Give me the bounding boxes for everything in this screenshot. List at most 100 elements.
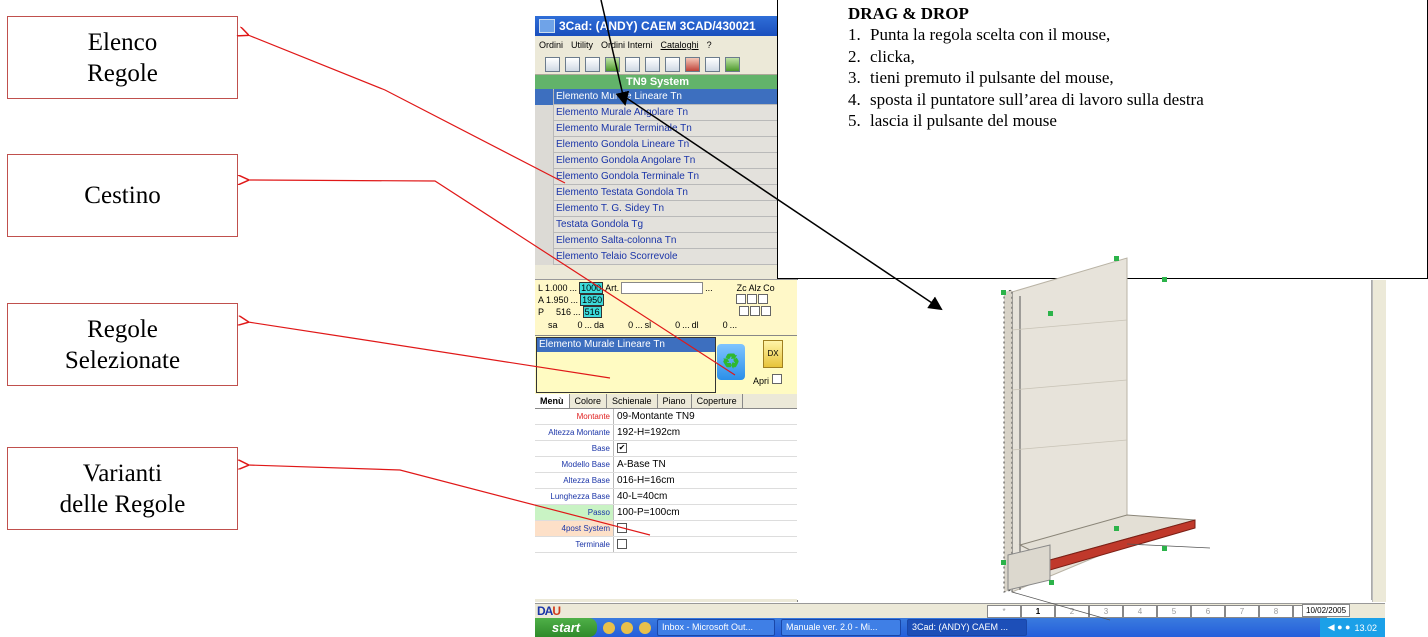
property-row[interactable]: Altezza Montante 192-H=192cm [535,425,797,441]
property-row[interactable]: Terminale [535,537,797,553]
property-value[interactable] [614,521,627,536]
open-folder-icon[interactable] [565,56,580,72]
rule-list-item[interactable]: Elemento Telaio Scorrevole [535,248,780,265]
selected-rule-item[interactable]: Elemento Murale Lineare Tn [537,338,715,352]
dim-a-box[interactable]: 1950 [580,294,605,306]
exit-icon[interactable] [725,56,740,72]
dl-dots[interactable]: ... [730,320,738,330]
property-row[interactable]: Modello Base A-Base TN [535,457,797,473]
p-alz-checkbox[interactable] [749,306,760,316]
tray-icons[interactable]: ◀ ● ● [1328,622,1351,633]
unchecked-checkbox-icon[interactable] [617,539,627,550]
p-zc-checkbox[interactable] [738,306,749,316]
page-tab[interactable]: 2 [1055,605,1089,618]
grid-icon[interactable] [665,56,680,72]
rule-list-item[interactable]: Elemento Gondola Lineare Tn [535,136,780,153]
property-value[interactable]: A-Base TN [614,457,666,472]
property-row[interactable]: Base ✔ [535,441,797,457]
menu-ordini[interactable]: Ordini [539,40,563,50]
page-tab-star[interactable]: * [987,605,1021,618]
window-icon[interactable] [705,56,720,72]
rule-list-item[interactable]: Elemento T. G. Sidey Tn [535,200,780,217]
page-tab[interactable]: 6 [1191,605,1225,618]
co-checkbox[interactable] [758,294,769,304]
dim-p-box[interactable]: 516 [582,306,602,318]
tab-piano[interactable]: Piano [658,394,692,408]
page-tab[interactable]: 1 [1021,605,1055,618]
dim-a-value[interactable]: 1.950 [546,295,569,305]
rule-list-item[interactable]: Elemento Murale Lineare Tn [535,88,780,105]
da-value[interactable]: 0 [628,320,633,330]
sl-dots[interactable]: ... [682,320,690,330]
selected-rules-list[interactable]: Elemento Murale Lineare Tn [536,337,716,393]
dim-a-dots[interactable]: ... [571,295,579,305]
print-icon[interactable] [625,56,640,72]
checked-checkbox-icon[interactable]: ✔ [617,443,627,454]
print-preview-icon[interactable] [645,56,660,72]
page-tab[interactable]: 8 [1259,605,1293,618]
property-value[interactable]: 09-Montante TN9 [614,409,695,424]
p-co-checkbox[interactable] [760,306,771,316]
new-file-icon[interactable] [545,56,560,72]
alz-checkbox[interactable] [747,294,758,304]
property-value[interactable]: 016-H=16cm [614,473,675,488]
rule-list-item[interactable]: Elemento Testata Gondola Tn [535,184,780,201]
tab-coperture[interactable]: Coperture [692,394,743,408]
property-value[interactable]: 192-H=192cm [614,425,680,440]
property-row[interactable]: Altezza Base 016-H=16cm [535,473,797,489]
zc-checkbox[interactable] [736,294,747,304]
property-row[interactable]: 4post System [535,521,797,537]
dx-button[interactable]: DX [763,340,783,368]
art-field[interactable] [621,282,704,294]
dim-l-value[interactable]: 1.000 [545,283,568,293]
rule-list-item[interactable]: Elemento Salta-colonna Tn [535,232,780,249]
menu-help[interactable]: ? [707,40,712,50]
tab-colore[interactable]: Colore [570,394,608,408]
save-icon[interactable] [585,56,600,72]
import-icon[interactable] [605,56,620,72]
desktop-quick-icon[interactable] [639,621,651,634]
property-value[interactable]: 100-P=100cm [614,505,680,520]
dl-value[interactable]: 0 [723,320,728,330]
page-tab[interactable]: 5 [1157,605,1191,618]
taskbar-manuale[interactable]: Manuale ver. 2.0 - Mi... [781,619,901,636]
ie-icon[interactable] [603,621,615,634]
tab-menu[interactable]: Menù [535,394,570,408]
dim-l-dots[interactable]: ... [570,283,578,293]
dim-l-box[interactable]: 1000 [579,282,604,294]
property-value[interactable] [614,537,627,552]
property-value[interactable]: ✔ [614,441,627,456]
dim-p-value[interactable]: 516 [556,307,571,317]
rule-list-item[interactable]: Elemento Murale Terminale Tn [535,120,780,137]
property-row[interactable]: Montante 09-Montante TN9 [535,409,797,425]
sl-value[interactable]: 0 [675,320,680,330]
art-dots[interactable]: ... [705,283,713,293]
page-tab[interactable]: 7 [1225,605,1259,618]
title-bar[interactable]: 3Cad: (ANDY) CAEM 3CAD/430021 [535,16,797,36]
page-tab[interactable]: 4 [1123,605,1157,618]
menu-cataloghi[interactable]: Cataloghi [661,40,699,50]
rule-list-item[interactable]: Elemento Gondola Angolare Tn [535,152,780,169]
apri-checkbox[interactable] [771,374,782,384]
export-icon[interactable] [685,56,700,72]
property-row[interactable]: Passo 100-P=100cm [535,505,797,521]
da-dots[interactable]: ... [635,320,643,330]
unchecked-checkbox-icon[interactable] [617,523,627,534]
start-button[interactable]: start [535,618,597,637]
dim-p-dots[interactable]: ... [573,307,581,317]
outlook-quick-icon[interactable] [621,621,633,634]
sa-dots[interactable]: ... [585,320,593,330]
rule-list-item[interactable]: Elemento Murale Angolare Tn [535,104,780,121]
tab-schienale[interactable]: Schienale [607,394,658,408]
rule-list-item[interactable]: Testata Gondola Tg [535,216,780,233]
property-value[interactable]: 40-L=40cm [614,489,667,504]
menu-ordini-interni[interactable]: Ordini Interni [601,40,653,50]
work-area[interactable] [797,280,1372,600]
recycle-bin-icon[interactable]: ♻ [717,344,745,380]
page-tab[interactable]: 3 [1089,605,1123,618]
taskbar-3cad[interactable]: 3Cad: (ANDY) CAEM ... [907,619,1027,636]
property-row[interactable]: Lunghezza Base 40-L=40cm [535,489,797,505]
rule-list-item[interactable]: Elemento Gondola Terminale Tn [535,168,780,185]
taskbar-outlook[interactable]: Inbox - Microsoft Out... [657,619,775,636]
menu-utility[interactable]: Utility [571,40,593,50]
